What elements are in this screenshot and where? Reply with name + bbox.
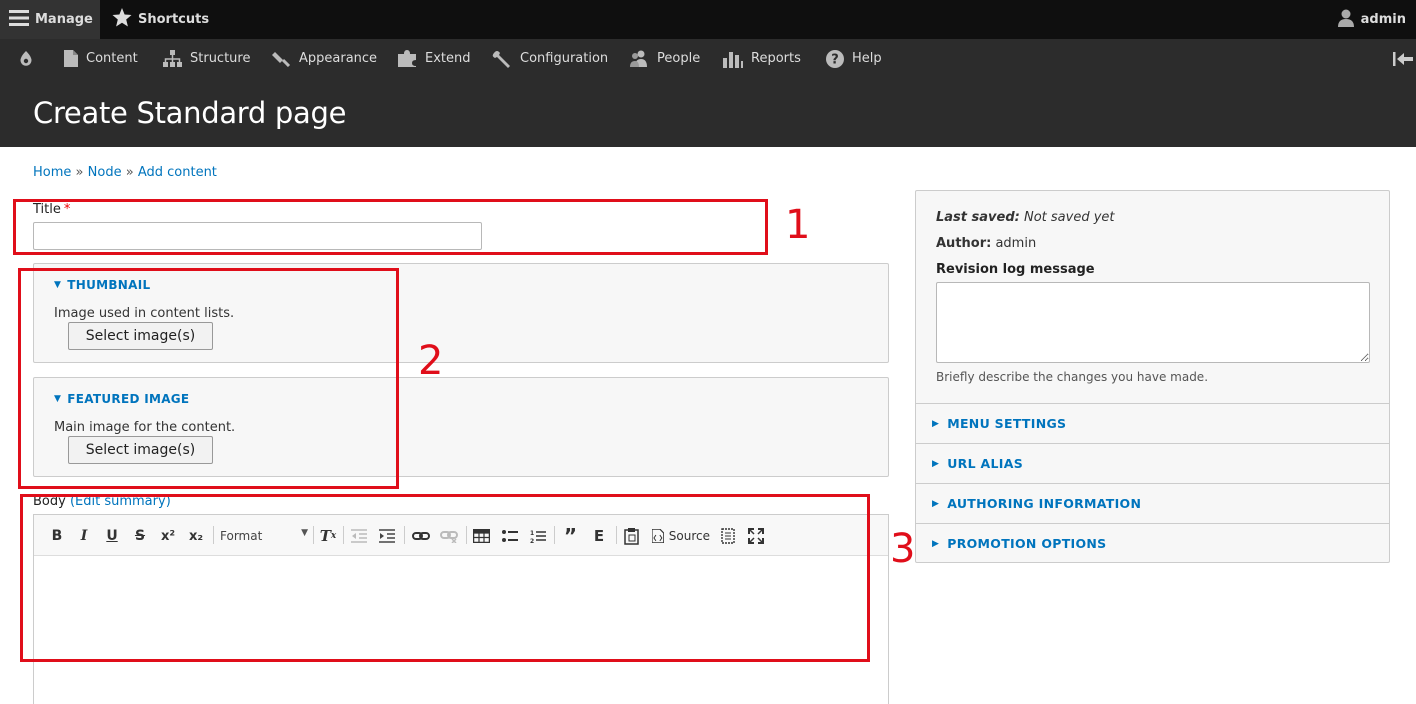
- tray-label: Content: [86, 51, 138, 66]
- sidebar-section-authoring-information[interactable]: ▶ AUTHORING INFORMATION: [916, 483, 1389, 523]
- admin-toolbar: Manage Shortcuts admin: [0, 0, 1416, 39]
- file-icon: [64, 50, 78, 67]
- tray-item-help[interactable]: ? Help: [826, 39, 882, 78]
- manage-label: Manage: [35, 12, 93, 27]
- breadcrumb-separator: »: [125, 165, 134, 180]
- annotation-number-3: 3: [890, 526, 916, 572]
- section-label: AUTHORING INFORMATION: [947, 496, 1142, 511]
- triangle-right-icon: ▶: [932, 498, 940, 509]
- revision-log-textarea[interactable]: [936, 282, 1370, 363]
- sidebar-section-promotion-options[interactable]: ▶ PROMOTION OPTIONS: [916, 523, 1389, 563]
- people-icon: [630, 50, 647, 67]
- shortcuts-label: Shortcuts: [138, 12, 210, 27]
- tray-item-people[interactable]: People: [629, 39, 700, 78]
- section-label: PROMOTION OPTIONS: [947, 536, 1107, 551]
- sitemap-icon: [163, 50, 182, 67]
- annotation-number-2: 2: [418, 338, 444, 384]
- page-title: Create Standard page: [33, 96, 347, 130]
- triangle-right-icon: ▶: [932, 538, 940, 549]
- user-label: admin: [1360, 12, 1406, 27]
- breadcrumb-separator: »: [75, 165, 84, 180]
- revision-log-description: Briefly describe the changes you have ma…: [936, 370, 1209, 384]
- breadcrumb-node[interactable]: Node: [88, 165, 122, 180]
- tray-item-configuration[interactable]: Configuration: [492, 39, 608, 78]
- toolbar-tray: Content Structure Appearance Extend Conf…: [0, 39, 1416, 78]
- last-saved-label: Last saved:: [936, 210, 1020, 225]
- page-header: Create Standard page: [0, 78, 1416, 147]
- wrench-icon: [492, 50, 510, 68]
- collapse-tray-icon[interactable]: [1393, 39, 1416, 78]
- breadcrumb-home[interactable]: Home: [33, 165, 71, 180]
- tray-label: Appearance: [299, 51, 378, 66]
- author: Author: admin: [936, 236, 1036, 251]
- bar-chart-icon: [723, 51, 743, 68]
- help-icon: ?: [826, 49, 844, 68]
- sidebar-section-menu-settings[interactable]: ▶ MENU SETTINGS: [916, 403, 1389, 443]
- annotation-box-2: [18, 268, 399, 489]
- tray-label: Reports: [751, 51, 801, 66]
- triangle-right-icon: ▶: [932, 418, 940, 429]
- revision-log-label: Revision log message: [936, 262, 1095, 277]
- tray-label: People: [657, 51, 701, 66]
- tray-item-structure[interactable]: Structure: [163, 39, 250, 78]
- manage-tab[interactable]: Manage: [0, 0, 100, 39]
- tray-label: Extend: [425, 51, 471, 66]
- user-icon: [1337, 9, 1355, 31]
- sidebar-section-url-alias[interactable]: ▶ URL ALIAS: [916, 443, 1389, 483]
- tray-label: Help: [852, 51, 882, 66]
- svg-text:?: ?: [831, 52, 839, 67]
- drupal-logo-icon[interactable]: [17, 39, 43, 78]
- tray-item-extend[interactable]: Extend: [398, 39, 471, 78]
- tray-label: Structure: [190, 51, 251, 66]
- last-saved-value: Not saved yet: [1023, 210, 1115, 225]
- paintbrush-icon: [272, 52, 291, 67]
- tray-item-appearance[interactable]: Appearance: [272, 39, 377, 78]
- shortcuts-tab[interactable]: Shortcuts: [112, 0, 209, 39]
- tray-item-content[interactable]: Content: [64, 39, 138, 78]
- breadcrumb-add-content[interactable]: Add content: [138, 165, 217, 180]
- triangle-right-icon: ▶: [932, 458, 940, 469]
- menu-icon: [9, 9, 29, 31]
- section-label: URL ALIAS: [947, 456, 1023, 471]
- breadcrumb: Home » Node » Add content: [33, 165, 217, 180]
- tray-label: Configuration: [520, 51, 609, 66]
- last-saved: Last saved: Not saved yet: [936, 210, 1115, 225]
- user-tab[interactable]: admin: [1337, 0, 1406, 39]
- section-label: MENU SETTINGS: [947, 416, 1067, 431]
- meta-sidebar: Last saved: Not saved yet Author: admin …: [915, 190, 1390, 563]
- tray-item-reports[interactable]: Reports: [723, 39, 801, 78]
- star-icon: [112, 8, 132, 31]
- author-value: admin: [995, 236, 1037, 251]
- puzzle-icon: [398, 50, 416, 67]
- annotation-box-3: [20, 494, 870, 662]
- annotation-number-1: 1: [785, 202, 811, 248]
- author-label: Author:: [936, 236, 992, 251]
- annotation-box-1: [13, 199, 768, 255]
